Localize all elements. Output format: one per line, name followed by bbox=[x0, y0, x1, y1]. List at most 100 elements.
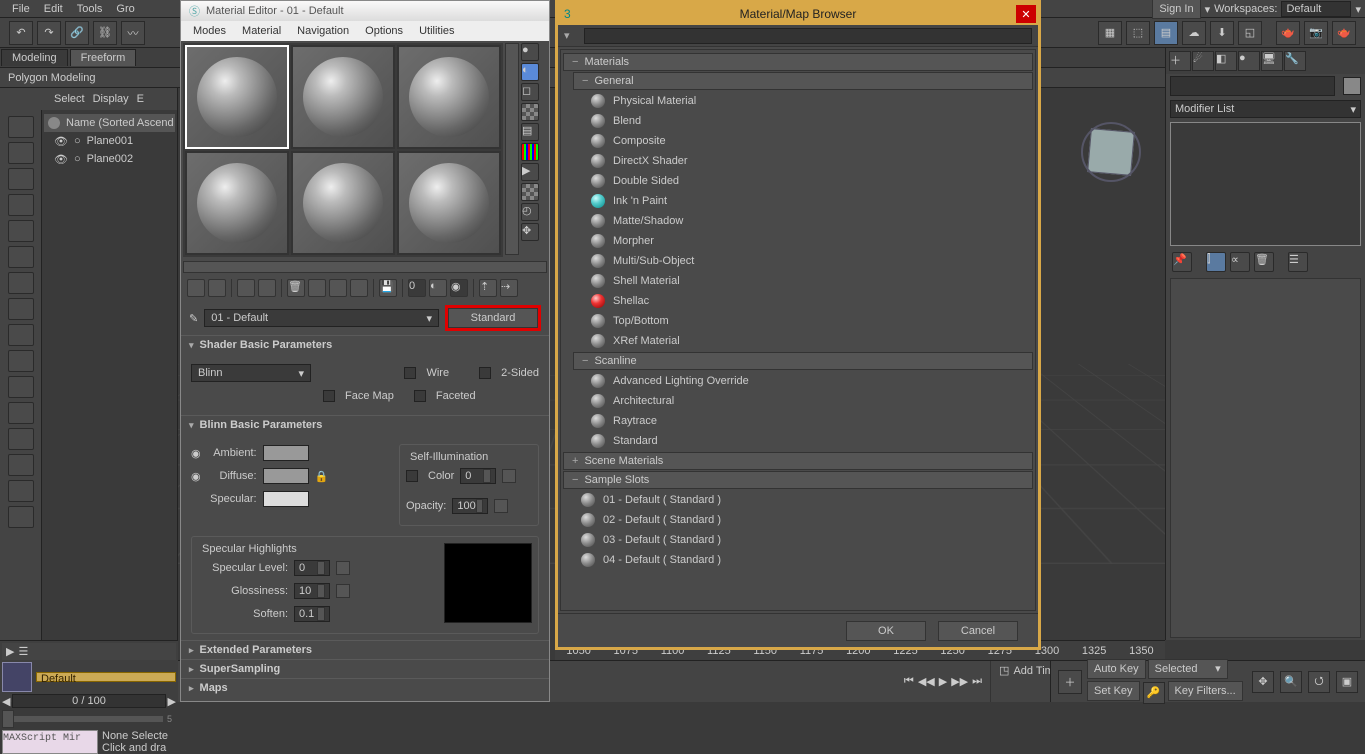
signin-button[interactable]: Sign In bbox=[1152, 0, 1200, 19]
object-name-field[interactable] bbox=[1170, 76, 1335, 96]
ambient-lock-icon[interactable]: ◉ bbox=[191, 447, 201, 460]
tree-item[interactable]: Shell Material bbox=[563, 271, 1033, 291]
rollout-maps[interactable]: Maps bbox=[181, 679, 549, 697]
ok-button[interactable]: OK bbox=[846, 621, 926, 641]
browser-options-dropdown[interactable]: ▾ bbox=[564, 29, 580, 42]
key-default-icon[interactable]: 🔑 bbox=[1143, 682, 1165, 704]
viewcube[interactable] bbox=[1077, 118, 1145, 186]
selfillum-map-button[interactable] bbox=[502, 469, 516, 483]
tree-item[interactable]: Architectural bbox=[563, 391, 1033, 411]
facemap-checkbox[interactable] bbox=[323, 390, 335, 402]
workspaces-dropdown[interactable] bbox=[1281, 1, 1351, 17]
diffuse-lock-icon[interactable]: ◉ bbox=[191, 470, 201, 483]
filter-xrefs-icon[interactable] bbox=[8, 324, 34, 346]
set-key-button[interactable]: Set Key bbox=[1087, 681, 1140, 701]
unlink-button[interactable]: ⛓ bbox=[93, 21, 117, 45]
rollout-supersampling[interactable]: SuperSampling bbox=[181, 660, 549, 678]
tree-item[interactable]: Physical Material bbox=[563, 91, 1033, 111]
filter-space-warps-icon[interactable] bbox=[8, 272, 34, 294]
tree-category-materials[interactable]: Materials bbox=[563, 53, 1033, 71]
material-editor-button[interactable]: ⬚ bbox=[1126, 21, 1150, 45]
hierarchy-tab-icon[interactable]: ◧ bbox=[1215, 51, 1237, 71]
tree-item[interactable]: Composite bbox=[563, 131, 1033, 151]
transport-start-icon[interactable]: ⏮ bbox=[904, 675, 914, 688]
filter-groups-icon[interactable] bbox=[8, 298, 34, 320]
scene-item[interactable]: 👁 ○ Plane002 bbox=[44, 150, 175, 168]
cancel-button[interactable]: Cancel bbox=[938, 621, 1018, 641]
background-icon[interactable]: ◻ bbox=[521, 83, 539, 101]
sample-slot[interactable] bbox=[291, 151, 395, 255]
twosided-checkbox[interactable] bbox=[479, 367, 491, 379]
eye-icon[interactable]: 👁 bbox=[54, 135, 68, 148]
put-material-icon[interactable] bbox=[208, 279, 226, 297]
pin-stack-icon[interactable]: 📌 bbox=[1172, 252, 1192, 272]
show-end-result-material-icon[interactable]: ◉ bbox=[450, 279, 468, 297]
get-material-icon[interactable] bbox=[187, 279, 205, 297]
make-unique-material-icon[interactable] bbox=[329, 279, 347, 297]
tree-item[interactable]: XRef Material bbox=[563, 331, 1033, 351]
copy-material-icon[interactable] bbox=[308, 279, 326, 297]
tree-item[interactable]: 03 - Default ( Standard ) bbox=[563, 530, 1033, 550]
glossiness-spinner[interactable]: 10 bbox=[294, 583, 330, 599]
options-icon[interactable] bbox=[521, 183, 539, 201]
backlight-icon[interactable]: ◐ bbox=[521, 63, 539, 81]
sample-slot[interactable] bbox=[185, 151, 289, 255]
go-parent-icon[interactable]: ⇡ bbox=[479, 279, 497, 297]
scene-header[interactable]: Name (Sorted Ascend bbox=[44, 114, 175, 132]
tree-item[interactable]: 04 - Default ( Standard ) bbox=[563, 550, 1033, 570]
tree-item[interactable]: Top/Bottom bbox=[563, 311, 1033, 331]
show-end-result-icon[interactable]: ⫿ bbox=[1206, 252, 1226, 272]
menu-tools[interactable]: Tools bbox=[71, 3, 109, 15]
filter-lights-icon[interactable] bbox=[8, 194, 34, 216]
browser-search-input[interactable] bbox=[584, 28, 1032, 44]
held-render-button[interactable]: 🫖 bbox=[1332, 21, 1356, 45]
go-forward-icon[interactable]: ⇢ bbox=[500, 279, 518, 297]
tree-category-sampleslots[interactable]: Sample Slots bbox=[563, 471, 1033, 489]
me-menu-options[interactable]: Options bbox=[359, 25, 409, 37]
schematic-view-button[interactable]: ▦ bbox=[1098, 21, 1122, 45]
sample-type-icon[interactable]: ● bbox=[521, 43, 539, 61]
lock-icon[interactable]: 🔒 bbox=[315, 470, 329, 483]
material-name-dropdown[interactable]: 01 - Default▾ bbox=[204, 309, 439, 327]
link-button[interactable]: 🔗 bbox=[65, 21, 89, 45]
filter-select[interactable]: Select bbox=[54, 93, 85, 105]
selfillum-color-checkbox[interactable] bbox=[406, 470, 418, 482]
sample-uv-icon[interactable]: ▤ bbox=[521, 123, 539, 141]
modify-tab-icon[interactable]: ☄ bbox=[1192, 51, 1214, 71]
render-frame-button[interactable]: ⬇ bbox=[1210, 21, 1234, 45]
browser-titlebar[interactable]: 3 Material/Map Browser ✕ bbox=[558, 3, 1038, 25]
menu-group[interactable]: Gro bbox=[110, 3, 140, 15]
motion-tab-icon[interactable]: ● bbox=[1238, 51, 1260, 71]
opacity-spinner[interactable]: 100 bbox=[452, 498, 488, 514]
tree-item[interactable]: Multi/Sub-Object bbox=[563, 251, 1033, 271]
cube-toggle-icon[interactable]: ◳ bbox=[999, 664, 1009, 677]
filter-misc-icon[interactable] bbox=[8, 506, 34, 528]
opacity-map-button[interactable] bbox=[494, 499, 508, 513]
wire-checkbox[interactable] bbox=[404, 367, 416, 379]
gloss-map-button[interactable] bbox=[336, 584, 350, 598]
material-editor-titlebar[interactable]: Ⓢ Material Editor - 01 - Default bbox=[181, 1, 549, 21]
undo-button[interactable]: ↶ bbox=[9, 21, 33, 45]
tree-item[interactable]: Double Sided bbox=[563, 171, 1033, 191]
tree-item[interactable]: Advanced Lighting Override bbox=[563, 371, 1033, 391]
eyedropper-icon[interactable]: ✎ bbox=[189, 312, 198, 325]
nav-zoom-icon[interactable]: 🔍 bbox=[1280, 671, 1302, 693]
display-tab-icon[interactable]: 🖥 bbox=[1261, 51, 1283, 71]
filter-edit[interactable]: E bbox=[137, 93, 144, 105]
delete-material-icon[interactable]: 🗑 bbox=[287, 279, 305, 297]
material-type-button[interactable]: Standard bbox=[448, 308, 538, 328]
specular-level-spinner[interactable]: 0 bbox=[294, 560, 330, 576]
soften-spinner[interactable]: 0.1 bbox=[294, 606, 330, 622]
tree-item[interactable]: 02 - Default ( Standard ) bbox=[563, 510, 1033, 530]
sample-slot[interactable] bbox=[291, 45, 395, 149]
me-menu-material[interactable]: Material bbox=[236, 25, 287, 37]
tree-category-scanline[interactable]: Scanline bbox=[573, 352, 1033, 370]
tree-item[interactable]: Standard bbox=[563, 431, 1033, 451]
object-color-swatch[interactable] bbox=[1343, 77, 1361, 95]
me-menu-utilities[interactable]: Utilities bbox=[413, 25, 460, 37]
tree-item[interactable]: Matte/Shadow bbox=[563, 211, 1033, 231]
tree-item[interactable]: Blend bbox=[563, 111, 1033, 131]
filter-cameras-icon[interactable] bbox=[8, 220, 34, 242]
ambient-swatch[interactable] bbox=[263, 445, 309, 461]
reset-map-icon[interactable] bbox=[258, 279, 276, 297]
